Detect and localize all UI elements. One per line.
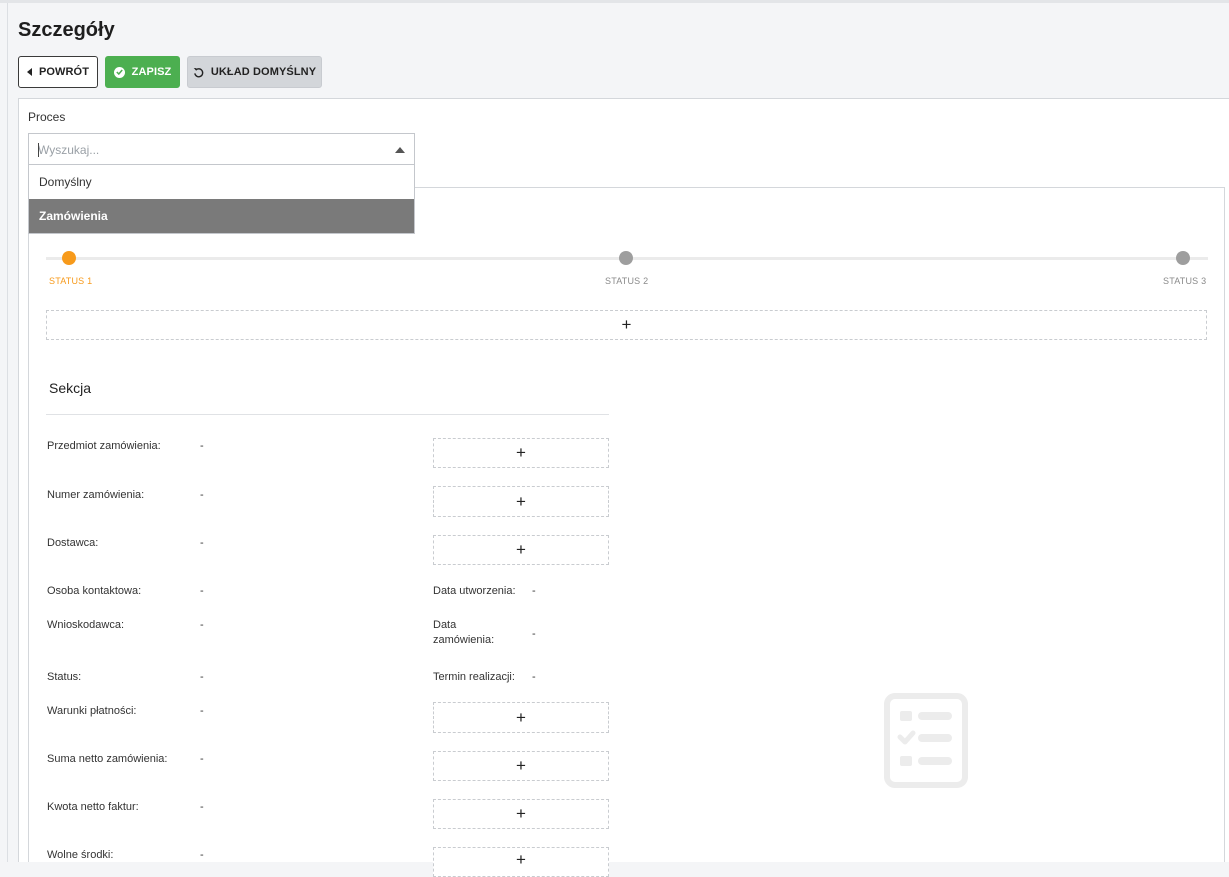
process-inner-panel bbox=[28, 187, 1225, 862]
field-label: Data zamówienia: bbox=[433, 619, 495, 646]
field-value: - bbox=[200, 440, 204, 452]
field-value: - bbox=[200, 753, 204, 765]
status-dot-3[interactable] bbox=[1176, 251, 1190, 265]
add-field-button[interactable]: + bbox=[433, 751, 609, 781]
add-field-button[interactable]: + bbox=[433, 486, 609, 517]
field-value: - bbox=[532, 585, 536, 597]
field-label: Status: bbox=[47, 671, 82, 683]
status-label-2: STATUS 2 bbox=[605, 276, 649, 286]
field-value: - bbox=[200, 849, 204, 861]
save-button-label: ZAPISZ bbox=[131, 66, 172, 78]
top-border bbox=[0, 0, 1229, 3]
check-circle-icon bbox=[113, 66, 125, 78]
status-dot-2[interactable] bbox=[619, 251, 633, 265]
undo-icon bbox=[193, 67, 204, 78]
default-layout-button[interactable]: UKŁAD DOMYŚLNY bbox=[187, 56, 322, 88]
field-label: Dostawca: bbox=[47, 537, 99, 549]
caret-left-icon bbox=[26, 68, 32, 76]
status-dot-1[interactable] bbox=[62, 251, 76, 265]
add-field-button[interactable]: + bbox=[433, 847, 609, 877]
process-dropdown: Domyślny Zamówienia bbox=[28, 165, 415, 234]
field-label: Kwota netto faktur: bbox=[47, 801, 139, 813]
field-value: - bbox=[200, 801, 204, 813]
back-button-label: POWRÓT bbox=[38, 66, 90, 78]
field-label: Wolne środki: bbox=[47, 849, 114, 861]
status-label-3: STATUS 3 bbox=[1163, 276, 1207, 286]
field-label: Warunki płatności: bbox=[47, 705, 137, 717]
field-label: Termin realizacji: bbox=[433, 671, 515, 683]
field-label: Numer zamówienia: bbox=[47, 489, 145, 501]
process-option-selected[interactable]: Zamówienia bbox=[29, 199, 414, 233]
status-label-1: STATUS 1 bbox=[49, 276, 93, 286]
checklist-icon bbox=[884, 693, 968, 788]
back-button[interactable]: POWRÓT bbox=[18, 56, 98, 88]
field-value: - bbox=[200, 671, 204, 683]
field-label: Przedmiot zamówienia: bbox=[47, 440, 161, 452]
process-option[interactable]: Domyślny bbox=[29, 165, 414, 199]
process-label: Proces bbox=[28, 110, 66, 124]
save-button[interactable]: ZAPISZ bbox=[105, 56, 180, 88]
field-value: - bbox=[200, 619, 204, 631]
field-value: - bbox=[200, 489, 204, 501]
field-label: Wnioskodawca: bbox=[47, 619, 125, 631]
default-layout-button-label: UKŁAD DOMYŚLNY bbox=[210, 66, 317, 78]
add-field-button[interactable]: + bbox=[433, 702, 609, 733]
add-section-button[interactable]: + bbox=[46, 310, 1207, 340]
process-search-input[interactable]: Wyszukaj... bbox=[38, 143, 99, 157]
field-label: Suma netto zamówienia: bbox=[47, 753, 168, 765]
field-value: - bbox=[532, 628, 536, 640]
section-divider bbox=[46, 414, 609, 415]
left-border bbox=[7, 3, 8, 862]
process-select[interactable]: Wyszukaj... bbox=[28, 133, 415, 165]
add-field-button[interactable]: + bbox=[433, 799, 609, 829]
field-value: - bbox=[200, 705, 204, 717]
page-title: Szczegóły bbox=[18, 19, 115, 41]
add-field-button[interactable]: + bbox=[433, 535, 609, 565]
text-cursor bbox=[38, 143, 39, 157]
field-value: - bbox=[200, 585, 204, 597]
field-value: - bbox=[532, 671, 536, 683]
field-label: Data utworzenia: bbox=[433, 585, 516, 597]
add-field-button[interactable]: + bbox=[433, 438, 609, 468]
caret-up-icon[interactable] bbox=[395, 147, 405, 153]
field-label: Osoba kontaktowa: bbox=[47, 585, 142, 597]
section-title: Sekcja bbox=[49, 380, 92, 396]
field-value: - bbox=[200, 537, 204, 549]
